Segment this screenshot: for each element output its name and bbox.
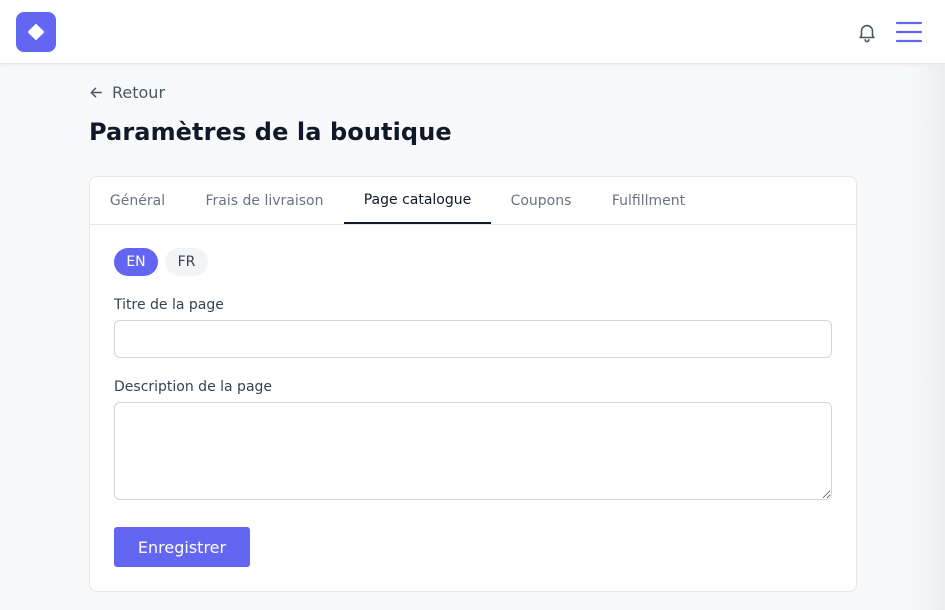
page-description-textarea[interactable] <box>114 402 832 500</box>
top-navigation-bar <box>0 0 945 64</box>
diamond-logo-icon <box>27 23 45 41</box>
page-title-input[interactable] <box>114 320 832 358</box>
tab-coupons[interactable]: Coupons <box>491 177 591 224</box>
page-title: Paramètres de la boutique <box>89 118 452 146</box>
back-link-label: Retour <box>112 82 166 102</box>
settings-card: Général Frais de livraison Page catalogu… <box>89 176 857 592</box>
back-link[interactable]: Retour <box>89 80 165 104</box>
bell-icon[interactable] <box>856 21 878 43</box>
tab-general[interactable]: Général <box>90 177 185 224</box>
tab-fulfillment[interactable]: Fulfillment <box>591 177 706 224</box>
tab-shipping-fees[interactable]: Frais de livraison <box>185 177 344 224</box>
save-button[interactable]: Enregistrer <box>114 527 250 567</box>
tab-catalog-page[interactable]: Page catalogue <box>344 177 491 224</box>
page-description-label: Description de la page <box>114 379 273 395</box>
page-edge-shadow <box>905 64 945 610</box>
language-en-button[interactable]: EN <box>114 248 158 276</box>
hamburger-menu-icon[interactable] <box>895 19 923 45</box>
page-title-label: Titre de la page <box>114 297 224 313</box>
arrow-left-icon <box>90 87 102 97</box>
settings-tabs: Général Frais de livraison Page catalogu… <box>90 177 856 225</box>
app-logo[interactable] <box>16 12 56 52</box>
language-fr-button[interactable]: FR <box>165 248 208 276</box>
